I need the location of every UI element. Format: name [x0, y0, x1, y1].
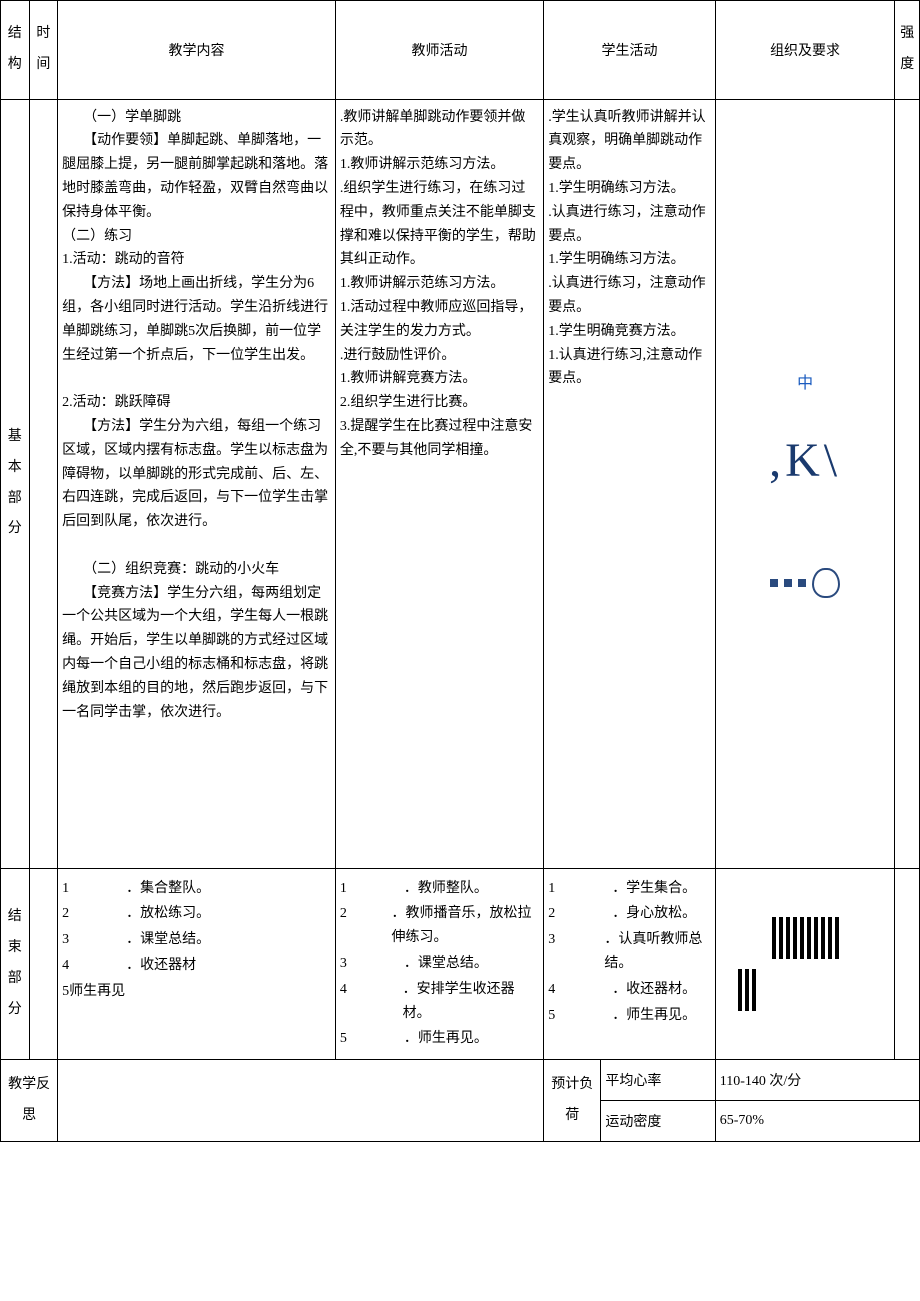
basic-time — [29, 99, 58, 868]
basic-content: （一）学单脚跳 【动作要领】单脚起跳、单脚落地，一腿屈膝上提，另一腿前脚掌起跳和… — [58, 99, 336, 868]
formation-diagram-top-icon — [718, 917, 893, 959]
basic-intensity — [895, 99, 920, 868]
reflection-empty — [58, 1060, 544, 1142]
basic-student: .学生认真听教师讲解并认真观察，明确单脚跳动作要点。 1.学生明确练习方法。 .… — [544, 99, 716, 868]
col-teacher-activity: 教师活动 — [335, 1, 543, 100]
basic-section-row: 基本部分 （一）学单脚跳 【动作要领】单脚起跳、单脚落地，一腿屈膝上提，另一腿前… — [1, 99, 920, 868]
load-label: 预计负荷 — [544, 1060, 601, 1142]
ending-time — [29, 868, 58, 1060]
basic-label: 基本部分 — [1, 99, 30, 868]
basic-organization: 中 ,K\ — [715, 99, 895, 868]
density-label: 运动密度 — [601, 1101, 715, 1142]
diagram-dots-icon — [718, 568, 893, 598]
col-organization: 组织及要求 — [715, 1, 895, 100]
reflection-label: 教学反思 — [1, 1060, 58, 1142]
lesson-plan-table: 结构 时间 教学内容 教师活动 学生活动 组织及要求 强度 基本部分 （一）学单… — [0, 0, 920, 1142]
intensity-text-top: 中 — [718, 369, 893, 393]
col-time: 时间 — [29, 1, 58, 100]
basic-teacher: .教师讲解单脚跳动作要领并做示范。 1.教师讲解示范练习方法。 .组织学生进行练… — [335, 99, 543, 868]
heart-rate-label: 平均心率 — [601, 1060, 715, 1101]
col-intensity: 强度 — [895, 1, 920, 100]
col-structure: 结构 — [1, 1, 30, 100]
ending-intensity — [895, 868, 920, 1060]
ending-label: 结束部分 — [1, 868, 30, 1060]
ending-student: 1．学生集合。 2．身心放松。 3．认真听教师总结。 4．收还器材。 5．师生再… — [544, 868, 716, 1060]
header-row: 结构 时间 教学内容 教师活动 学生活动 组织及要求 强度 — [1, 1, 920, 100]
ending-section-row: 结束部分 1．集合整队。 2．放松练习。 3．课堂总结。 4．收还器材 5师生再… — [1, 868, 920, 1060]
ending-organization — [715, 868, 895, 1060]
ending-content: 1．集合整队。 2．放松练习。 3．课堂总结。 4．收还器材 5师生再见 — [58, 868, 336, 1060]
col-student-activity: 学生活动 — [544, 1, 716, 100]
ending-teacher: 1．教师整队。 2．教师播音乐，放松拉伸练习。 3．课堂总结。 4．安排学生收还… — [335, 868, 543, 1060]
diagram-k-icon: ,K\ — [718, 433, 893, 488]
heart-rate-value: 110-140 次/分 — [715, 1060, 919, 1101]
density-value: 65-70% — [715, 1101, 919, 1142]
reflection-row-1: 教学反思 预计负荷 平均心率 110-140 次/分 — [1, 1060, 920, 1101]
formation-diagram-bottom-icon — [718, 969, 893, 1011]
col-teaching-content: 教学内容 — [58, 1, 336, 100]
